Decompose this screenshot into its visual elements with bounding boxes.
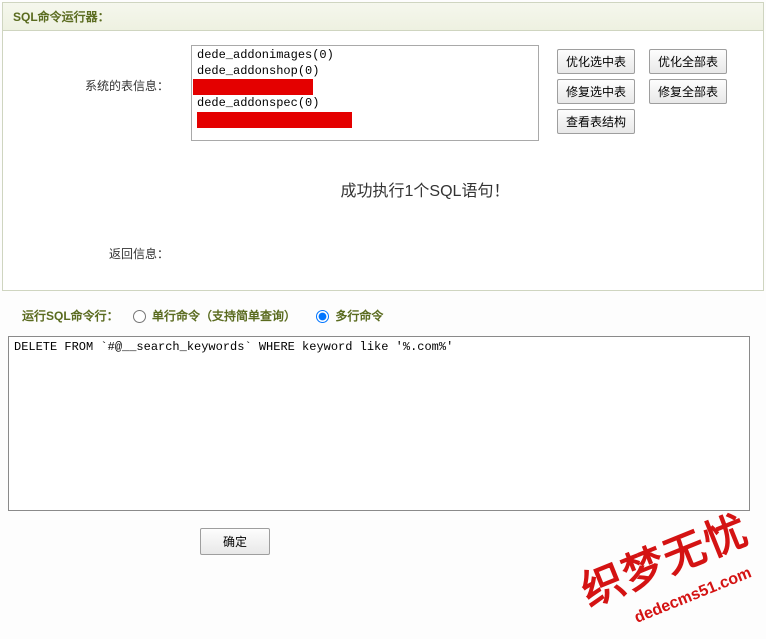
return-info-label: 返回信息：	[21, 245, 191, 262]
panel-body: 系统的表信息： dede_addonimages(0) dede_addonsh…	[3, 31, 763, 290]
view-structure-button[interactable]: 查看表结构	[557, 109, 635, 134]
single-line-option[interactable]: 单行命令（支持简单查询）	[133, 307, 310, 324]
sql-mode-row: 运行SQL命令行： 单行命令（支持简单查询） 多行命令	[20, 303, 766, 336]
watermark-en: dedecms51.com	[633, 564, 755, 627]
table-listbox[interactable]: dede_addonimages(0) dede_addonshop(0) de…	[191, 45, 539, 141]
repair-all-button[interactable]: 修复全部表	[649, 79, 727, 104]
single-line-radio[interactable]	[133, 310, 146, 323]
watermark-cn: 织梦无忧	[571, 496, 757, 618]
optimize-all-button[interactable]: 优化全部表	[649, 49, 727, 74]
list-item[interactable]: dede_addonimages(0)	[193, 47, 537, 63]
multi-line-radio[interactable]	[316, 310, 329, 323]
list-item-redacted[interactable]	[197, 112, 352, 128]
sql-textarea[interactable]	[8, 336, 750, 511]
button-group: 优化选中表 修复选中表 查看表结构 优化全部表 修复全部表	[557, 49, 727, 134]
success-message: 成功执行1个SQL语句！	[105, 177, 745, 201]
run-sql-label: 运行SQL命令行：	[22, 307, 119, 324]
multi-line-option[interactable]: 多行命令	[316, 307, 397, 324]
submit-button[interactable]: 确定	[200, 528, 270, 555]
table-info-label: 系统的表信息：	[21, 45, 191, 94]
table-info-row: 系统的表信息： dede_addonimages(0) dede_addonsh…	[21, 45, 745, 141]
multi-line-label: 多行命令	[335, 309, 383, 323]
submit-row: 确定	[200, 528, 766, 555]
watermark: 织梦无忧 dedecms51.com	[580, 499, 760, 629]
return-info-row: 返回信息：	[21, 245, 745, 262]
list-item[interactable]: dede_addonshop(0)	[193, 63, 537, 79]
list-item-redacted[interactable]	[193, 79, 313, 95]
table-info-content: dede_addonimages(0) dede_addonshop(0) de…	[191, 45, 745, 141]
list-item[interactable]: dede_addonspec(0)	[193, 95, 537, 111]
panel-title: SQL命令运行器：	[3, 3, 763, 31]
repair-selected-button[interactable]: 修复选中表	[557, 79, 635, 104]
sql-runner-panel: SQL命令运行器： 系统的表信息： dede_addonimages(0) de…	[2, 2, 764, 291]
single-line-label: 单行命令（支持简单查询）	[152, 309, 296, 323]
optimize-selected-button[interactable]: 优化选中表	[557, 49, 635, 74]
